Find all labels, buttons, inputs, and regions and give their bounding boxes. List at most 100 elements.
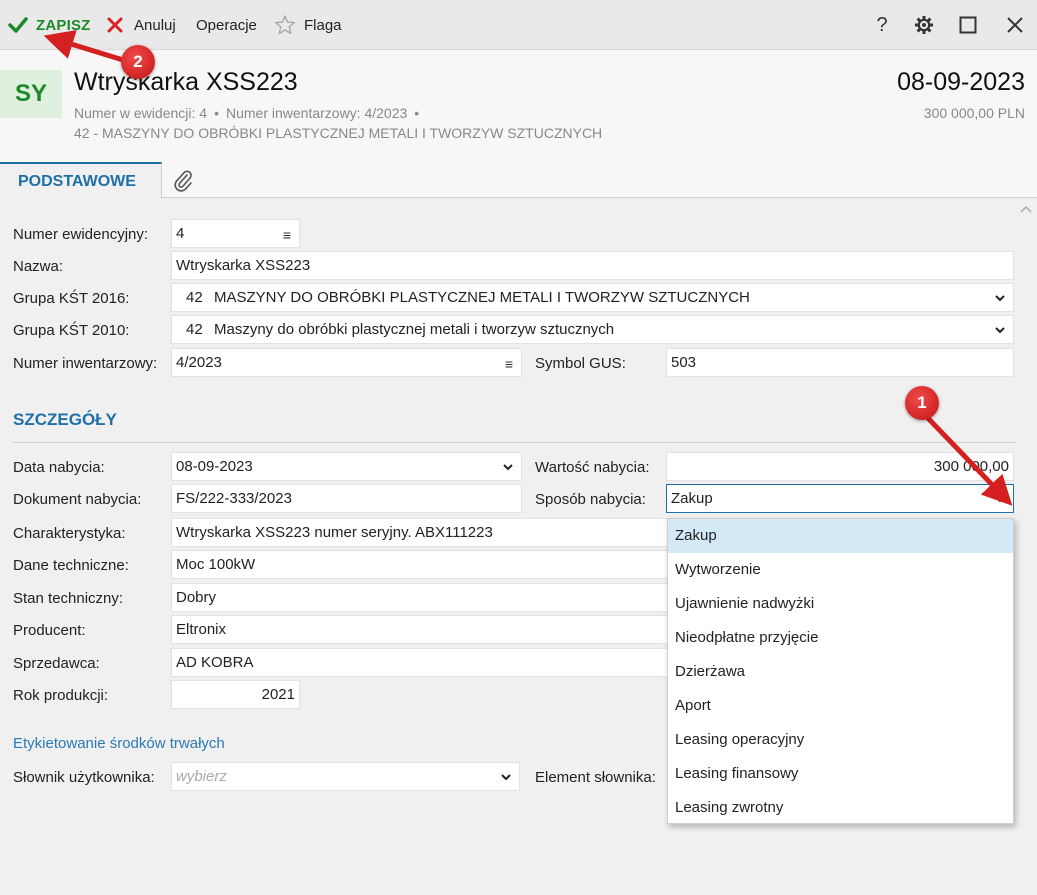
dropdown-option[interactable]: Zakup bbox=[668, 519, 1013, 553]
dropdown-option[interactable]: Leasing finansowy bbox=[668, 756, 1013, 790]
maximize-button[interactable] bbox=[948, 0, 988, 50]
kst2010-select[interactable]: 42 Maszyny do obróbki plastycznej metali … bbox=[171, 315, 1014, 344]
condition-value: Dobry bbox=[176, 589, 217, 606]
kst2010-code: 42 bbox=[186, 321, 203, 338]
seller-value: AD KOBRA bbox=[176, 654, 254, 671]
name-label: Nazwa: bbox=[13, 258, 64, 275]
paperclip-icon bbox=[174, 170, 192, 192]
inventory-number-label: Numer inwentarzowy: bbox=[13, 355, 158, 372]
header-date: 08-09-2023 bbox=[897, 68, 1025, 96]
dropdown-option[interactable]: Nieodpłatne przyjęcie bbox=[668, 621, 1013, 655]
operations-button[interactable]: Operacje bbox=[196, 0, 257, 50]
chevron-down-icon bbox=[501, 774, 511, 781]
close-window-icon bbox=[1007, 17, 1023, 33]
name-field[interactable]: Wtryskarka XSS223 bbox=[171, 251, 1014, 280]
page-title: Wtryskarka XSS223 bbox=[74, 68, 298, 96]
chevron-down-icon bbox=[995, 327, 1005, 334]
acq-date-value: 08-09-2023 bbox=[176, 458, 253, 475]
save-button[interactable]: ZAPISZ bbox=[8, 0, 91, 50]
bullet: • bbox=[414, 105, 420, 121]
acq-doc-label: Dokument nabycia: bbox=[13, 491, 142, 508]
annotation-badge-2: 2 bbox=[121, 45, 155, 79]
flag-label: Flaga bbox=[304, 16, 342, 34]
characteristic-value: Wtryskarka XSS223 numer seryjny. ABX1112… bbox=[176, 524, 493, 541]
acq-value-value: 300 000,00 bbox=[933, 458, 1009, 475]
chevron-down-icon bbox=[995, 496, 1005, 503]
acq-date-label: Data nabycia: bbox=[13, 459, 105, 476]
acq-value-field[interactable]: 300 000,00 bbox=[666, 452, 1014, 481]
divider bbox=[13, 442, 1015, 443]
chevron-down-icon bbox=[995, 295, 1005, 302]
details-heading: SZCZEGÓŁY bbox=[13, 410, 117, 429]
technical-value: Moc 100kW bbox=[176, 556, 256, 573]
seller-label: Sprzedawca: bbox=[13, 655, 100, 672]
flag-button[interactable]: Flaga bbox=[274, 0, 342, 50]
characteristic-label: Charakterystyka: bbox=[13, 525, 126, 542]
cancel-label: Anuluj bbox=[134, 16, 176, 34]
acq-doc-value: FS/222-333/2023 bbox=[176, 490, 292, 507]
kst2016-label: Grupa KŚT 2016: bbox=[13, 290, 130, 307]
dropdown-option[interactable]: Leasing zwrotny bbox=[668, 790, 1013, 824]
dropdown-option[interactable]: Ujawnienie nadwyżki bbox=[668, 587, 1013, 621]
scroll-up-icon[interactable] bbox=[1019, 203, 1033, 215]
condition-label: Stan techniczny: bbox=[13, 590, 124, 607]
producer-value: Eltronix bbox=[176, 621, 227, 638]
element-label: Element słownika: bbox=[535, 769, 656, 786]
dropdown-option[interactable]: Leasing operacyjny bbox=[668, 722, 1013, 756]
close-icon bbox=[107, 17, 123, 33]
record-number-value: 4 bbox=[176, 225, 185, 242]
cancel-button[interactable]: Anuluj bbox=[106, 0, 176, 50]
year-field[interactable]: 2021 bbox=[171, 680, 300, 709]
help-button[interactable]: ? bbox=[862, 0, 902, 50]
gus-label: Symbol GUS: bbox=[535, 355, 626, 372]
help-icon: ? bbox=[876, 13, 888, 36]
acq-method-label: Sposób nabycia: bbox=[535, 491, 646, 508]
inventory-number-field[interactable]: 4/2023 ≡ bbox=[171, 348, 522, 377]
kst2016-value: MASZYNY DO OBRÓBKI PLASTYCZNEJ METALI I … bbox=[214, 289, 750, 306]
labeling-heading[interactable]: Etykietowanie środków trwałych bbox=[13, 735, 225, 752]
name-value: Wtryskarka XSS223 bbox=[176, 257, 311, 274]
list-icon[interactable]: ≡ bbox=[283, 227, 291, 243]
tab-basic[interactable]: PODSTAWOWE bbox=[0, 162, 162, 199]
list-icon[interactable]: ≡ bbox=[505, 356, 513, 372]
dropdown-option[interactable]: Wytworzenie bbox=[668, 553, 1013, 587]
gus-value: 503 bbox=[671, 354, 697, 371]
dropdown-option[interactable]: Aport bbox=[668, 688, 1013, 722]
record-number-label: Numer ewidencyjny: bbox=[13, 226, 149, 243]
maximize-icon bbox=[959, 16, 977, 34]
inventory-number-text: Numer inwentarzowy: 4/2023 bbox=[225, 105, 408, 121]
dropdown-option[interactable]: Dzierżawa bbox=[668, 655, 1013, 689]
gus-field[interactable]: 503 bbox=[666, 348, 1014, 377]
acq-method-value: Zakup bbox=[671, 490, 713, 507]
acq-doc-field[interactable]: FS/222-333/2023 bbox=[171, 484, 522, 513]
checkmark-icon bbox=[8, 17, 28, 33]
save-label: ZAPISZ bbox=[36, 16, 91, 34]
bullet: • bbox=[214, 105, 219, 121]
dictionary-label: Słownik użytkownika: bbox=[13, 769, 155, 786]
annotation-badge-1: 1 bbox=[905, 386, 939, 420]
year-value: 2021 bbox=[261, 686, 295, 703]
settings-button[interactable] bbox=[904, 0, 944, 50]
category-text: 42 - MASZYNY DO OBRÓBKI PLASTYCZNEJ META… bbox=[74, 125, 603, 141]
inventory-number-value: 4/2023 bbox=[176, 354, 222, 371]
tab-bar: PODSTAWOWE bbox=[0, 162, 1037, 199]
gear-icon bbox=[915, 16, 933, 34]
dictionary-placeholder: wybierz bbox=[176, 768, 227, 785]
acq-method-select[interactable]: Zakup bbox=[666, 484, 1014, 513]
operations-label: Operacje bbox=[196, 16, 257, 34]
year-label: Rok produkcji: bbox=[13, 687, 109, 704]
dictionary-select[interactable]: wybierz bbox=[171, 762, 520, 791]
acq-value-label: Wartość nabycia: bbox=[535, 459, 650, 476]
close-window-button[interactable] bbox=[995, 0, 1035, 50]
record-header: SY Wtryskarka XSS223 Numer w ewidencji: … bbox=[0, 50, 1037, 162]
technical-label: Dane techniczne: bbox=[13, 557, 129, 574]
chevron-down-icon bbox=[503, 464, 513, 471]
header-amount: 300 000,00 PLN bbox=[923, 105, 1025, 121]
kst2016-code: 42 bbox=[186, 289, 203, 306]
record-number-text: Numer w ewidencji: 4 bbox=[74, 105, 208, 121]
record-number-field[interactable]: 4 ≡ bbox=[171, 219, 300, 248]
kst2016-select[interactable]: 42 MASZYNY DO OBRÓBKI PLASTYCZNEJ METALI … bbox=[171, 283, 1014, 312]
producer-label: Producent: bbox=[13, 622, 86, 639]
tab-attachments[interactable] bbox=[170, 168, 196, 194]
acq-date-field[interactable]: 08-09-2023 bbox=[171, 452, 522, 481]
